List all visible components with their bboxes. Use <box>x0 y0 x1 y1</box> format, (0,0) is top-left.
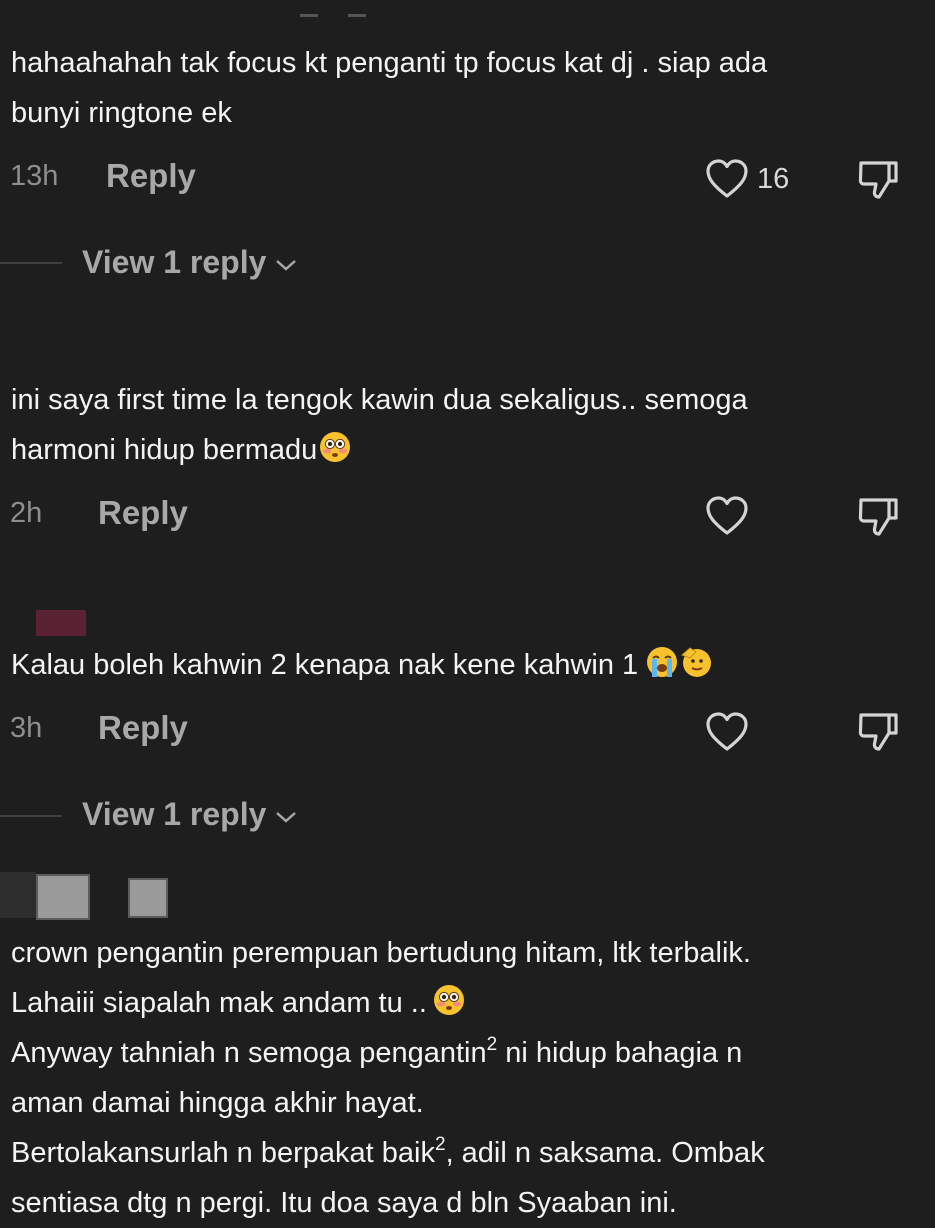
flushed-face-emoji <box>433 982 465 1015</box>
view-replies-label[interactable]: View 1 reply <box>82 796 266 833</box>
comment-timestamp: 3h <box>10 712 43 744</box>
redacted-username <box>36 874 90 920</box>
comment-text: Kalau boleh kahwin 2 kenapa nak kene kah… <box>11 649 639 681</box>
comment-text: Lahaiii siapalah mak andam tu .. <box>11 987 427 1019</box>
comment-text-line: bunyi ringtone ek <box>11 97 232 129</box>
comment-text: ni hidup bahagia n <box>505 1037 743 1069</box>
comment-timestamp: 13h <box>10 160 59 192</box>
comment-text-line: harmoni hidup bermadu <box>11 425 351 475</box>
replies-divider <box>0 815 62 817</box>
dislike-icon[interactable] <box>855 157 901 203</box>
crying-face-emoji <box>646 644 678 677</box>
superscript: 2 <box>486 1034 498 1055</box>
view-replies-button[interactable]: View 1 reply <box>82 796 298 833</box>
redacted-username <box>128 878 168 918</box>
heart-icon[interactable] <box>704 158 750 200</box>
comment-text: Bertolakansurlah n berpakat baik <box>11 1137 435 1169</box>
comment-text-line: ini saya first time la tengok kawin dua … <box>11 384 748 416</box>
replies-divider <box>0 262 62 264</box>
like-count: 16 <box>757 163 790 195</box>
reply-button[interactable]: Reply <box>98 709 188 747</box>
username-remnant <box>300 14 380 18</box>
flushed-face-emoji <box>319 429 351 462</box>
dislike-icon[interactable] <box>855 709 901 755</box>
comment-text-line: Bertolakansurlah n berpakat baik2, adil … <box>11 1128 765 1178</box>
comment-timestamp: 2h <box>10 497 43 529</box>
saluting-face-emoji <box>680 644 712 677</box>
view-replies-button[interactable]: View 1 reply <box>82 244 298 281</box>
redacted-username <box>0 872 36 918</box>
superscript: 2 <box>434 1134 446 1155</box>
heart-icon[interactable] <box>704 495 750 537</box>
comment-text-line: aman damai hingga akhir hayat. <box>11 1087 424 1119</box>
comment-text-line: hahaahahah tak focus kt penganti tp focu… <box>11 47 768 79</box>
comment-text-line: crown pengantin perempuan bertudung hita… <box>11 937 751 969</box>
comment-text-line: sentiasa dtg n pergi. Itu doa saya d bln… <box>11 1187 677 1219</box>
reply-button[interactable]: Reply <box>106 157 196 195</box>
comment-text-line: Lahaiii siapalah mak andam tu .. <box>11 978 465 1028</box>
comment-text: harmoni hidup bermadu <box>11 434 318 466</box>
heart-icon[interactable] <box>704 711 750 753</box>
comment-text: Anyway tahniah n semoga pengantin <box>11 1037 487 1069</box>
comment-text: , adil n saksama. Ombak <box>445 1137 765 1169</box>
chevron-down-icon <box>274 244 298 281</box>
reply-button[interactable]: Reply <box>98 494 188 532</box>
redacted-username <box>36 610 86 636</box>
chevron-down-icon <box>274 796 298 833</box>
view-replies-label[interactable]: View 1 reply <box>82 244 266 281</box>
dislike-icon[interactable] <box>855 494 901 540</box>
comment-text-line: Anyway tahniah n semoga pengantin2 ni hi… <box>11 1028 742 1078</box>
comment-text-line: Kalau boleh kahwin 2 kenapa nak kene kah… <box>11 640 712 690</box>
